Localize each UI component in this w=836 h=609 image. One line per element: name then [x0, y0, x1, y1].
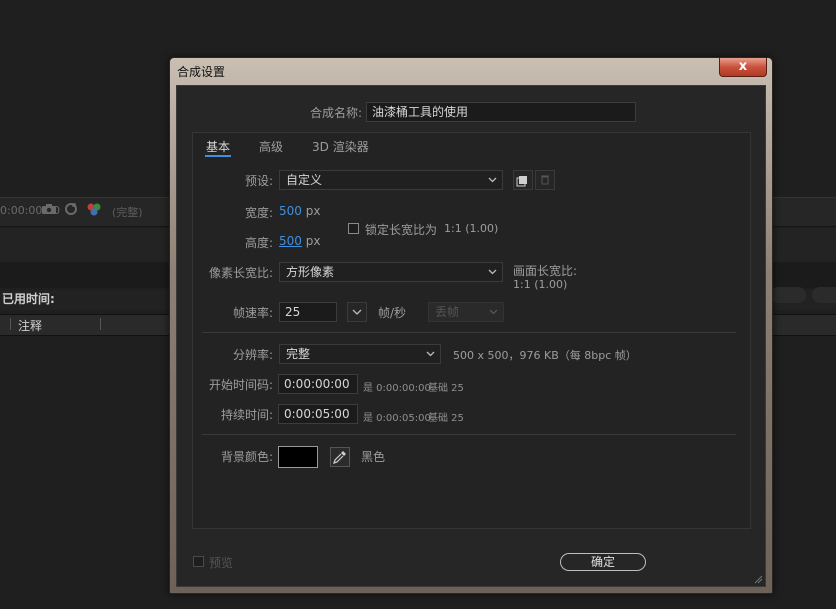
active-tab-indicator [205, 155, 231, 157]
lock-aspect-checkbox[interactable] [348, 223, 359, 234]
settings-panel [192, 132, 751, 529]
frame-aspect-value: 1:1 (1.00) [513, 278, 568, 291]
dialog-titlebar[interactable]: 合成设置 x [170, 58, 770, 84]
timeline-pill[interactable] [770, 287, 806, 303]
eyedropper-icon [333, 451, 346, 464]
height-unit: px [305, 234, 321, 248]
width-field[interactable]: 500 px [279, 204, 320, 218]
bg-color-swatch[interactable] [278, 446, 318, 468]
frame-aspect-label: 画面长宽比: [513, 264, 578, 278]
dialog-title: 合成设置 [177, 65, 226, 79]
preview-checkbox[interactable] [193, 556, 204, 567]
width-label: 宽度: [244, 206, 273, 220]
height-field[interactable]: 500 px [279, 234, 320, 248]
lock-aspect-ratio: 1:1 (1.00) [444, 222, 499, 235]
eyedropper-button[interactable] [330, 447, 350, 467]
start-timecode-base: 基础 25 [428, 383, 464, 394]
preset-dropdown[interactable]: 自定义 [279, 170, 503, 190]
comp-name-label: 合成名称: [309, 106, 362, 120]
frame-rate-label: 帧速率: [232, 306, 273, 320]
show-snapshot-icon[interactable] [64, 202, 78, 216]
start-timecode-input[interactable]: 0:00:00:00 [278, 374, 358, 394]
resolution-value: 完整 [286, 347, 311, 361]
frame-rate-input[interactable]: 25 [279, 302, 337, 322]
drop-frame-value: 丢帧 [435, 305, 460, 319]
pixel-aspect-value: 方形像素 [286, 265, 335, 279]
bg-color-label: 背景颜色: [220, 450, 273, 464]
duration-input[interactable]: 0:00:05:00 [278, 404, 358, 424]
elapsed-time-label: 已用时间: [2, 292, 55, 306]
height-value[interactable]: 500 [279, 234, 302, 248]
pixel-aspect-label: 像素长宽比: [208, 266, 273, 280]
dialog-body: 合成名称: 油漆桶工具的使用 基本 高级 3D 渲染器 预设: 自定义 宽度: … [176, 85, 766, 587]
close-button[interactable]: x [719, 58, 767, 77]
drop-frame-dropdown: 丢帧 [428, 302, 504, 322]
chevron-down-icon [488, 269, 497, 275]
resize-grip-icon[interactable] [753, 574, 763, 584]
preset-value: 自定义 [286, 173, 323, 187]
chevron-down-icon [489, 309, 498, 315]
resolution-dropdown[interactable]: 完整 [279, 344, 441, 364]
frame-rate-unit: 帧/秒 [378, 306, 407, 320]
duration-base: 基础 25 [428, 413, 464, 424]
resolution-info: 500 x 500，976 KB（每 8bpc 帧） [453, 349, 637, 362]
width-value[interactable]: 500 [279, 204, 302, 218]
channel-rgb-icon[interactable] [86, 202, 102, 216]
comp-name-input[interactable]: 油漆桶工具的使用 [366, 102, 636, 122]
chevron-down-icon [426, 351, 435, 357]
chevron-down-icon [488, 177, 497, 183]
column-divider [10, 318, 11, 330]
chevron-down-icon [352, 309, 362, 315]
bg-color-name: 黑色 [361, 450, 386, 464]
start-timecode-label: 开始时间码: [208, 378, 273, 392]
tab-3d-renderer[interactable]: 3D 渲染器 [312, 138, 369, 155]
width-unit: px [305, 204, 321, 218]
frame-rate-dropdown-button[interactable] [347, 302, 367, 322]
height-label: 高度: [244, 236, 273, 250]
save-preset-icon [516, 176, 527, 187]
viewer-resolution[interactable]: (完整) [112, 204, 143, 220]
delete-preset-button[interactable] [535, 170, 555, 190]
tab-advanced[interactable]: 高级 [259, 138, 283, 155]
section-divider [202, 332, 736, 333]
tab-basic[interactable]: 基本 [206, 138, 230, 155]
pixel-aspect-dropdown[interactable]: 方形像素 [279, 262, 503, 282]
duration-label: 持续时间: [220, 408, 273, 422]
preset-label: 预设: [244, 174, 273, 188]
comments-column-header[interactable]: 注释 [18, 317, 42, 334]
save-preset-button[interactable] [513, 170, 533, 190]
composition-settings-dialog: 合成设置 x 合成名称: 油漆桶工具的使用 基本 高级 3D 渲染器 预设: 自… [169, 57, 773, 594]
resolution-label: 分辨率: [232, 348, 273, 362]
start-timecode-is: 是 0:00:00:00 [363, 383, 431, 394]
timeline-pill[interactable] [812, 287, 836, 303]
preview-label[interactable]: 预览 [209, 554, 233, 571]
camera-icon[interactable] [42, 204, 56, 214]
trash-icon [541, 175, 549, 185]
section-divider [202, 434, 736, 435]
column-divider [100, 318, 101, 330]
ok-button[interactable]: 确定 [560, 553, 646, 571]
duration-is: 是 0:00:05:00 [363, 413, 431, 424]
lock-aspect-label[interactable]: 锁定长宽比为 [365, 221, 437, 238]
